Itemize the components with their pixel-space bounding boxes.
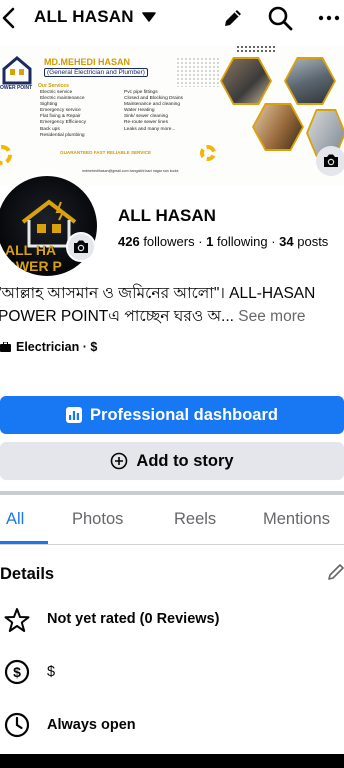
pencil-icon[interactable] <box>221 6 245 30</box>
rating-text: Not yet rated (0 Reviews) <box>47 611 220 627</box>
followers-label[interactable]: followers · <box>140 234 206 249</box>
camera-icon <box>324 154 338 167</box>
top-bar: ALL HASAN <box>0 0 344 36</box>
chart-icon <box>66 407 83 423</box>
avatar-camera-button[interactable] <box>66 232 96 262</box>
camera-icon <box>74 240 88 253</box>
star-icon <box>4 608 30 632</box>
avatar-text: ALL HA OWER P <box>5 242 62 274</box>
posts-label: posts <box>293 234 329 249</box>
more-icon[interactable] <box>318 8 340 28</box>
add-to-story-label: Add to story <box>136 451 234 470</box>
dot-pattern <box>236 45 276 53</box>
tab-reels[interactable]: Reels <box>174 510 216 529</box>
guarantee-text: GUARANTEED FAST RELIABLE SERVICE <box>60 150 152 155</box>
cover-photo[interactable]: OWER POINT MD.MEHEDI HASAN (General Elec… <box>0 45 344 185</box>
services-heading: Our Services <box>38 83 69 89</box>
hours-text: Always open <box>47 717 136 733</box>
details-heading: Details <box>0 565 55 583</box>
cover-camera-button[interactable] <box>316 146 344 176</box>
gear-icon <box>200 145 216 161</box>
service-item: Leaks and many more... <box>124 126 176 132</box>
professional-dashboard-label: Professional dashboard <box>90 405 278 424</box>
services-list: Electric service Electric maintenance Si… <box>40 90 86 139</box>
cover-photo-tile <box>252 103 304 151</box>
gear-icon <box>0 145 12 165</box>
profile-tabs: All Photos Reels Mentions <box>0 497 344 545</box>
section-divider <box>0 491 344 495</box>
price-text: $ <box>47 664 56 680</box>
dot-pattern <box>176 57 220 87</box>
see-more-link[interactable]: See more <box>234 308 305 325</box>
business-logo-icon <box>2 56 32 85</box>
details-row-rating: Not yet rated (0 Reviews) <box>4 607 219 633</box>
tab-mentions[interactable]: Mentions <box>263 510 330 529</box>
svg-text:$: $ <box>13 664 21 680</box>
dollar-icon: $ <box>4 659 30 685</box>
bio-line: POWER POINTএ পাচ্ছেন ঘরও অ... <box>0 308 234 325</box>
plus-circle-icon <box>111 452 128 470</box>
bio-line: "আল্লাহ আসমান ও জমিনের আলো"। ALL-HASAN <box>0 285 316 302</box>
details-row-hours: Always open <box>4 712 136 738</box>
professional-dashboard-button[interactable]: Professional dashboard <box>0 396 344 434</box>
pencil-icon[interactable] <box>326 562 344 582</box>
cover-business-name: MD.MEHEDI HASAN <box>44 57 131 67</box>
briefcase-icon <box>0 342 11 352</box>
cover-photo-tile <box>220 57 272 105</box>
profile-stats: 426 followers · 1 following · 34 posts <box>118 234 328 249</box>
system-nav-bar <box>0 754 344 768</box>
caret-down-icon[interactable] <box>142 11 156 23</box>
details-row-price: $ $ <box>4 659 55 685</box>
tab-all[interactable]: All <box>6 510 24 529</box>
services-list: Pvc pipe fittings Closed and Blocking Dr… <box>124 90 183 133</box>
page-title[interactable]: ALL HASAN <box>34 7 134 27</box>
service-item: Residential plumbing <box>40 132 85 138</box>
profile-name: ALL HASAN <box>118 206 216 225</box>
cover-subtitle: (General Electrician and Plumber) <box>44 68 148 77</box>
service-item: Emergency Efficiency <box>40 120 87 126</box>
add-to-story-button[interactable]: Add to story <box>0 442 344 480</box>
following-label[interactable]: following · <box>213 234 279 249</box>
tab-photos[interactable]: Photos <box>72 510 123 529</box>
posts-count: 34 <box>279 234 294 249</box>
search-icon[interactable] <box>267 5 293 31</box>
profile-bio: "আল্লাহ আসমান ও জমিনের আলো"। ALL-HASAN P… <box>0 282 344 328</box>
logo-text: OWER POINT <box>0 85 33 91</box>
back-icon[interactable] <box>0 6 20 30</box>
category-label: Electrician · $ <box>16 340 98 354</box>
contact-text: mdmehedihasan@gmail.com bangabhi kazi na… <box>82 169 179 173</box>
clock-icon <box>4 712 30 738</box>
page-category: Electrician · $ <box>0 340 97 354</box>
cover-photo-tile <box>284 57 336 105</box>
active-tab-indicator <box>0 541 48 544</box>
profile-avatar[interactable]: ALL HA OWER P <box>0 173 100 279</box>
followers-count[interactable]: 426 <box>118 234 140 249</box>
